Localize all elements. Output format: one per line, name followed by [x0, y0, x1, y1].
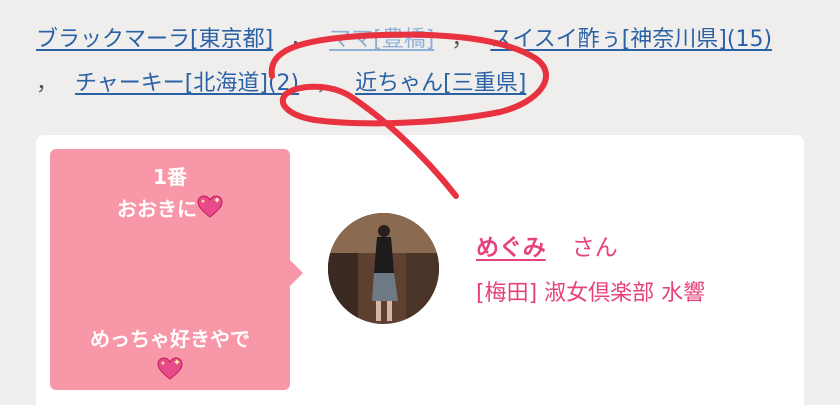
- hand-drawn-circle: [268, 31, 549, 199]
